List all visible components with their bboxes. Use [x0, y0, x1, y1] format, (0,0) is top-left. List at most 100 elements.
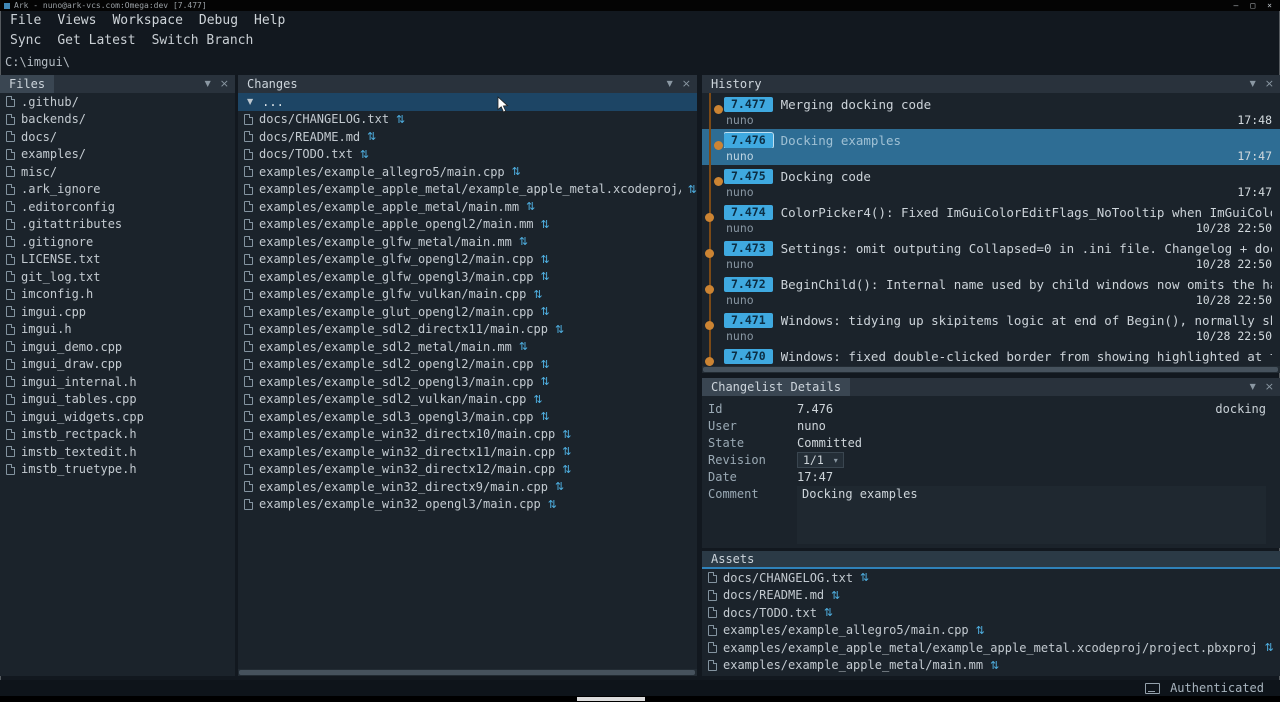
minimize-button[interactable]: –	[1234, 0, 1239, 11]
file-item[interactable]: .github/	[0, 93, 235, 111]
changes-root-row[interactable]: ▼ ...	[238, 93, 697, 111]
history-panel: History ▼ × 7.477 Merging docking code n…	[702, 75, 1280, 373]
menu-item-views[interactable]: Views	[49, 11, 104, 31]
file-item[interactable]: imgui.cpp	[0, 303, 235, 321]
comment-field[interactable]: Docking examples	[797, 486, 1266, 544]
commit-row[interactable]: 7.474 ColorPicker4(): Fixed ImGuiColorEd…	[702, 201, 1280, 237]
file-item[interactable]: LICENSE.txt	[0, 251, 235, 269]
asset-item[interactable]: docs/CHANGELOG.txt ⇅	[702, 569, 1280, 587]
maximize-button[interactable]: □	[1250, 0, 1255, 11]
branch-graph	[702, 129, 722, 165]
changed-file-item[interactable]: docs/TODO.txt ⇅	[238, 146, 697, 164]
file-item[interactable]: .gitignore	[0, 233, 235, 251]
close-icon[interactable]: ×	[682, 75, 691, 93]
changed-file-item[interactable]: examples/example_sdl2_opengl3/main.cpp ⇅	[238, 373, 697, 391]
menu-item-workspace[interactable]: Workspace	[104, 11, 190, 31]
changed-file-item[interactable]: examples/example_win32_directx9/main.cpp…	[238, 478, 697, 496]
revision-dropdown[interactable]: 1/1 ▾	[797, 452, 844, 468]
changed-file-item[interactable]: examples/example_glfw_opengl3/main.cpp ⇅	[238, 268, 697, 286]
changed-file-item[interactable]: docs/README.md ⇅	[238, 128, 697, 146]
branch-dot-icon	[714, 177, 723, 186]
changed-file-path: examples/example_win32_directx10/main.cp…	[259, 427, 555, 441]
changed-file-item[interactable]: examples/example_allegro5/main.cpp ⇅	[238, 163, 697, 181]
commit-row[interactable]: 7.477 Merging docking code nuno 17:48	[702, 93, 1280, 129]
changes-horizontal-scrollbar[interactable]	[238, 669, 697, 676]
changed-file-item[interactable]: docs/CHANGELOG.txt ⇅	[238, 111, 697, 129]
changed-file-item[interactable]: examples/example_glfw_metal/main.mm ⇅	[238, 233, 697, 251]
changed-file-item[interactable]: examples/example_glfw_opengl2/main.cpp ⇅	[238, 251, 697, 269]
changed-file-item[interactable]: examples/example_sdl2_vulkan/main.cpp ⇅	[238, 391, 697, 409]
chevron-down-icon[interactable]: ▼	[1250, 378, 1256, 396]
commit-row[interactable]: 7.471 Windows: tidying up skipitems logi…	[702, 309, 1280, 345]
file-item[interactable]: docs/	[0, 128, 235, 146]
file-item[interactable]: .gitattributes	[0, 216, 235, 234]
close-icon[interactable]: ×	[1265, 75, 1274, 93]
file-item[interactable]: .editorconfig	[0, 198, 235, 216]
changed-file-item[interactable]: examples/example_glut_opengl2/main.cpp ⇅	[238, 303, 697, 321]
changed-file-item[interactable]: examples/example_win32_directx11/main.cp…	[238, 443, 697, 461]
detail-row-user: Usernuno	[702, 418, 1280, 434]
history-horizontal-scrollbar[interactable]	[702, 366, 1280, 373]
changed-file-item[interactable]: examples/example_win32_opengl3/main.cpp …	[238, 496, 697, 514]
changed-file-item[interactable]: examples/example_sdl2_opengl2/main.cpp ⇅	[238, 356, 697, 374]
menu-item-help[interactable]: Help	[246, 11, 293, 31]
asset-item[interactable]: docs/README.md ⇅	[702, 587, 1280, 605]
file-item[interactable]: imconfig.h	[0, 286, 235, 304]
commit-row[interactable]: 7.475 Docking code nuno 17:47	[702, 165, 1280, 201]
changed-file-path: examples/example_sdl2_opengl3/main.cpp	[259, 375, 534, 389]
changed-file-item[interactable]: examples/example_win32_directx12/main.cp…	[238, 461, 697, 479]
close-icon[interactable]: ×	[220, 75, 229, 93]
toolbar-button-get-latest[interactable]: Get Latest	[49, 31, 143, 51]
file-item[interactable]: .ark_ignore	[0, 181, 235, 199]
changed-file-item[interactable]: examples/example_sdl2_metal/main.mm ⇅	[238, 338, 697, 356]
scrollbar-thumb[interactable]	[239, 670, 695, 675]
file-item[interactable]: git_log.txt	[0, 268, 235, 286]
branch-line	[709, 165, 711, 201]
changed-file-item[interactable]: examples/example_sdl2_directx11/main.cpp…	[238, 321, 697, 339]
document-icon	[6, 254, 15, 265]
detail-label: Id	[708, 401, 797, 417]
commit-row[interactable]: 7.473 Settings: omit outputing Collapsed…	[702, 237, 1280, 273]
asset-item[interactable]: docs/TODO.txt ⇅	[702, 604, 1280, 622]
menu-item-debug[interactable]: Debug	[191, 11, 246, 31]
filter-icon[interactable]: ▼	[205, 75, 211, 93]
file-item[interactable]: imgui_demo.cpp	[0, 338, 235, 356]
menu-item-file[interactable]: File	[2, 11, 49, 31]
file-item[interactable]: imgui_draw.cpp	[0, 356, 235, 374]
file-item[interactable]: imstb_truetype.h	[0, 461, 235, 479]
file-item[interactable]: examples/	[0, 146, 235, 164]
file-item[interactable]: imgui_tables.cpp	[0, 391, 235, 409]
detail-label: User	[708, 418, 797, 434]
file-item[interactable]: imgui_widgets.cpp	[0, 408, 235, 426]
changed-file-item[interactable]: examples/example_sdl3_opengl3/main.cpp ⇅	[238, 408, 697, 426]
commit-row[interactable]: 7.476 Docking examples nuno 17:47	[702, 129, 1280, 165]
detail-label: State	[708, 435, 797, 451]
app-window: Ark - nuno@ark-vcs.com:Omega:dev [7.477]…	[0, 0, 1280, 702]
asset-item[interactable]: examples/example_apple_metal/main.mm ⇅	[702, 657, 1280, 675]
file-item[interactable]: imgui.h	[0, 321, 235, 339]
file-item[interactable]: imstb_rectpack.h	[0, 426, 235, 444]
changed-file-item[interactable]: examples/example_apple_opengl2/main.mm ⇅	[238, 216, 697, 234]
commit-row[interactable]: 7.470 Windows: fixed double-clicked bord…	[702, 345, 1280, 366]
changed-file-item[interactable]: examples/example_glfw_vulkan/main.cpp ⇅	[238, 286, 697, 304]
asset-path: examples/example_allegro5/main.cpp	[723, 623, 969, 637]
titlebar: Ark - nuno@ark-vcs.com:Omega:dev [7.477]…	[0, 0, 1280, 11]
file-item[interactable]: imgui_internal.h	[0, 373, 235, 391]
file-item[interactable]: imstb_textedit.h	[0, 443, 235, 461]
filter-icon[interactable]: ▼	[667, 75, 673, 93]
toolbar-button-sync[interactable]: Sync	[2, 31, 49, 51]
commit-row[interactable]: 7.472 BeginChild(): Internal name used b…	[702, 273, 1280, 309]
changed-file-item[interactable]: examples/example_apple_metal/example_app…	[238, 181, 697, 199]
changed-file-item[interactable]: examples/example_apple_metal/main.mm ⇅	[238, 198, 697, 216]
file-item[interactable]: backends/	[0, 111, 235, 129]
toolbar-button-switch-branch[interactable]: Switch Branch	[144, 31, 262, 51]
close-icon[interactable]: ×	[1265, 378, 1274, 396]
filter-icon[interactable]: ▼	[1250, 75, 1256, 93]
asset-item[interactable]: examples/example_apple_metal/example_app…	[702, 639, 1280, 657]
file-item[interactable]: misc/	[0, 163, 235, 181]
close-button[interactable]: ×	[1267, 0, 1272, 11]
modified-icon: ⇅	[562, 428, 571, 441]
asset-item[interactable]: examples/example_allegro5/main.cpp ⇅	[702, 622, 1280, 640]
changed-file-item[interactable]: examples/example_win32_directx10/main.cp…	[238, 426, 697, 444]
scrollbar-thumb[interactable]	[703, 367, 1278, 372]
